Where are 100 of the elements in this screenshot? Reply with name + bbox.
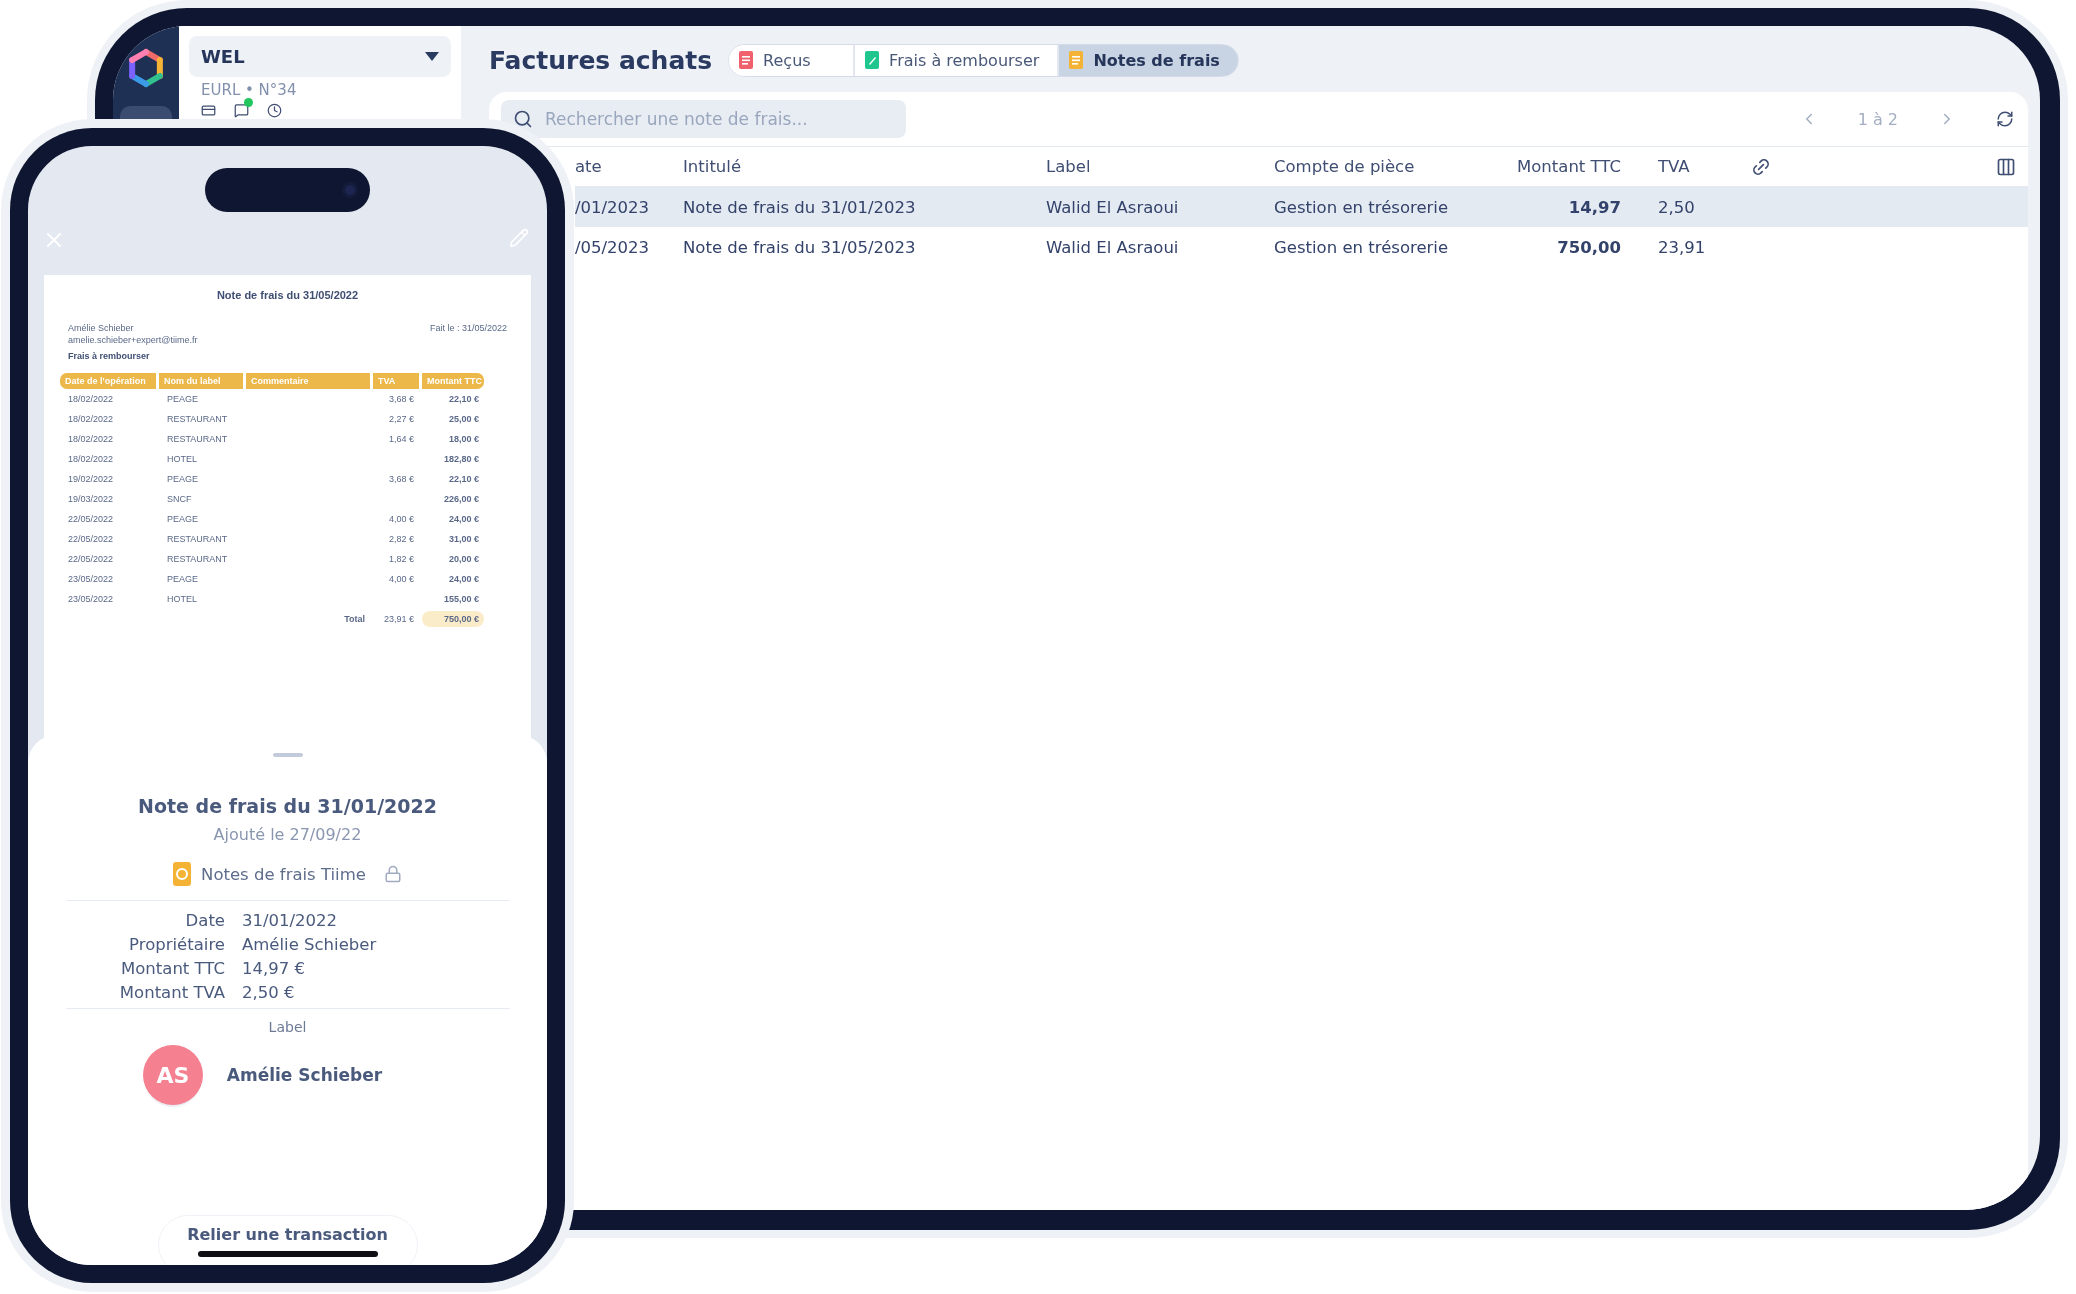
document-cell-text: 182,80 € xyxy=(442,453,480,466)
document-cell-text: 2,27 € xyxy=(387,413,415,426)
clock-icon[interactable] xyxy=(267,103,282,118)
detail-label: Date xyxy=(184,911,225,930)
notification-dot xyxy=(244,98,253,107)
author-email: amelie.schieber+expert@tiime.fr xyxy=(68,335,198,345)
document-cell-text: SNCF xyxy=(166,493,193,506)
document-cell-text: 19/02/2022 xyxy=(67,473,115,486)
author-name: Amélie Schieber xyxy=(68,323,135,333)
link-transaction-button[interactable]: Relier une transaction xyxy=(157,1215,418,1265)
table-cell-text: Walid El Asraoui xyxy=(1046,197,1180,217)
document-column-header: Montant TTC xyxy=(422,373,484,389)
document-cell-text: 18,00 € xyxy=(447,433,480,446)
table-cell-text: 14,97 xyxy=(1567,197,1621,217)
total-amount: 750,00 € xyxy=(422,611,484,627)
card-icon[interactable] xyxy=(201,103,216,118)
document-cell-text: RESTAURANT xyxy=(166,533,229,546)
ticket-icon xyxy=(865,51,880,69)
column-header[interactable]: Compte de pièce xyxy=(1274,157,1474,176)
document-cell-text: 4,00 € xyxy=(387,573,415,586)
document-cell-text: 18/02/2022 xyxy=(67,393,115,406)
document-cell-text: 23/05/2022 xyxy=(67,573,115,586)
column-header[interactable]: Montant TTC xyxy=(1474,157,1621,176)
pagination-text: 1 à 2 xyxy=(1857,109,1898,129)
document-cell-text: 2,82 € xyxy=(387,533,415,546)
search-icon xyxy=(513,109,533,129)
column-header[interactable]: TVA xyxy=(1621,157,1751,176)
document-title: Note de frais du 31/05/2022 xyxy=(216,289,359,301)
document-cell-text: 22/05/2022 xyxy=(67,513,115,526)
tab[interactable]: Notes de frais xyxy=(1057,44,1238,76)
table-cell-text: /05/2023 xyxy=(575,237,651,257)
company-select[interactable]: WEL xyxy=(189,36,451,77)
source-name: Notes de frais Tiime xyxy=(201,864,366,884)
document-cell-text: HOTEL xyxy=(166,453,198,466)
document-cell-text: 1,82 € xyxy=(387,553,415,566)
document-column-header: Commentaire xyxy=(246,373,370,389)
document-cell-text: RESTAURANT xyxy=(166,413,229,426)
drag-handle[interactable] xyxy=(272,753,303,757)
table-cell-text: /01/2023 xyxy=(575,197,651,217)
table-cell-text: Walid El Asraoui xyxy=(1046,237,1180,257)
total-tva: 23,91 € xyxy=(382,613,415,626)
table-row[interactable]: /01/2023 Note de frais du 31/01/2023 Walid El Asraoui Gestion en trésorerie 14,97 2,50 xyxy=(575,187,2028,227)
columns-icon[interactable] xyxy=(1996,156,2016,177)
page-title: Factures achats xyxy=(489,45,713,75)
nav-item[interactable] xyxy=(120,106,172,120)
document-cell-text: 25,00 € xyxy=(447,413,480,426)
document-cell-text: 23/05/2022 xyxy=(67,593,115,606)
document-cell-text: 3,68 € xyxy=(387,473,415,486)
refresh-icon[interactable] xyxy=(1996,110,2014,128)
document-cell-text: 3,68 € xyxy=(387,393,415,406)
column-header[interactable]: Label xyxy=(1046,157,1274,176)
table-cell-text: Note de frais du 31/01/2023 xyxy=(683,197,917,217)
search-field[interactable]: Rechercher une note de frais... xyxy=(501,100,906,138)
table-cell-text: 2,50 xyxy=(1657,197,1696,217)
document-cell-text: 22,10 € xyxy=(447,393,480,406)
document-cell-text: 24,00 € xyxy=(447,573,480,586)
caret-icon xyxy=(425,52,439,61)
ticket-icon xyxy=(173,862,192,886)
ticket-icon xyxy=(1069,51,1084,69)
document-column-header: Nom du label xyxy=(159,373,243,389)
ticket-icon xyxy=(739,51,754,69)
document-cell-text: HOTEL xyxy=(166,593,198,606)
company-subtitle: EURL • N°34 xyxy=(200,81,298,99)
column-header[interactable]: Intitulé xyxy=(683,157,1046,176)
logo-icon xyxy=(126,48,166,88)
document-cell-text: 18/02/2022 xyxy=(67,433,115,446)
detail-value: 31/01/2022 xyxy=(242,911,339,930)
document-cell-text: 22,10 € xyxy=(447,473,480,486)
document-cell-text: 4,00 € xyxy=(387,513,415,526)
document-cell-text: RESTAURANT xyxy=(166,553,229,566)
detail-value: Amélie Schieber xyxy=(242,935,378,954)
table-cell-text: 23,91 xyxy=(1657,237,1707,257)
detail-label: Montant TVA xyxy=(118,983,225,1002)
document-cell-text: 226,00 € xyxy=(442,493,480,506)
document-cell-text: 22/05/2022 xyxy=(67,553,115,566)
detail-value: 2,50 € xyxy=(242,983,296,1002)
document-cell-text: PEAGE xyxy=(166,393,199,406)
table-cell-text: 750,00 xyxy=(1556,237,1621,257)
message-icon[interactable] xyxy=(234,103,249,118)
document-cell-text: 18/02/2022 xyxy=(67,413,115,426)
document-cell-text: 18/02/2022 xyxy=(67,453,115,466)
sheet-title: Note de frais du 31/01/2022 xyxy=(138,795,437,817)
column-header[interactable]: ate xyxy=(575,157,683,176)
detail-value: 14,97 € xyxy=(242,959,306,978)
table-cell-text: Gestion en trésorerie xyxy=(1274,237,1450,257)
label-name: Amélie Schieber xyxy=(226,1065,383,1085)
avatar: AS xyxy=(142,1045,203,1105)
label-heading: Label xyxy=(268,1019,307,1035)
document-cell-text: 24,00 € xyxy=(447,513,480,526)
table-cell-text: Gestion en trésorerie xyxy=(1274,197,1450,217)
document-cell-text: 1,64 € xyxy=(387,433,415,446)
document-cell-text: 22/05/2022 xyxy=(67,533,115,546)
total-label: Total xyxy=(343,613,366,626)
table-cell-text: Note de frais du 31/05/2023 xyxy=(683,237,917,257)
document-cell-text: 19/03/2022 xyxy=(67,493,115,506)
document-cell-text: PEAGE xyxy=(166,573,199,586)
detail-label: Propriétaire xyxy=(128,935,225,954)
detail-label: Montant TTC xyxy=(120,959,225,978)
document-column-header: Date de l'opération xyxy=(60,373,156,389)
document-cell-text: PEAGE xyxy=(166,473,199,486)
